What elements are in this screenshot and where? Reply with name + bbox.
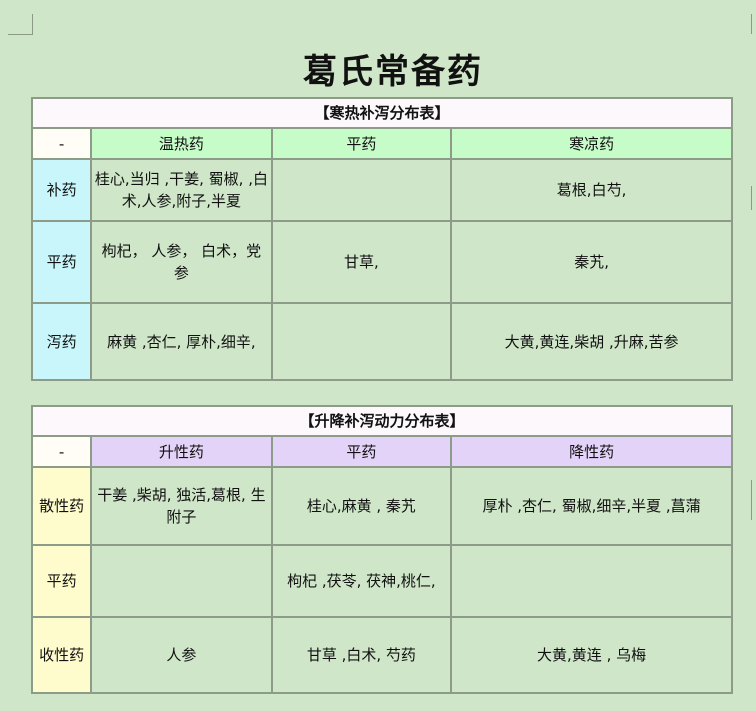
table-caption: 【寒热补泻分布表】 [31, 97, 733, 129]
document-title: 葛氏常备药 [303, 52, 483, 92]
cold-heat-table: 【寒热补泻分布表】 - 温热药 平药 寒凉药 补药 桂心,当归 ,干姜, 蜀椒,… [30, 97, 733, 381]
table-cell: 甘草, [270, 220, 453, 304]
table-cell [270, 302, 453, 381]
table-cell: 枸杞 ,茯苓, 茯神,桃仁, [270, 544, 453, 618]
table-row: 散性药 干姜 ,柴胡, 独活,葛根, 生附子 桂心,麻黄 , 秦艽 厚朴 ,杏仁… [30, 466, 733, 546]
table-cell: 麻黄 ,杏仁, 厚朴,细辛, [90, 302, 273, 381]
column-header: 平药 [270, 435, 453, 468]
table-cell: 大黄,黄连 , 乌梅 [450, 616, 733, 694]
table-cell: 桂心,麻黄 , 秦艽 [270, 466, 453, 546]
table-cell [90, 544, 273, 618]
table-row: 收性药 人参 甘草 ,白术, 芍药 大黄,黄连 , 乌梅 [30, 616, 733, 694]
row-header: 平药 [30, 544, 93, 618]
page-edge-mark [751, 14, 756, 34]
row-header: 收性药 [30, 616, 93, 694]
ascending-descending-table: 【升降补泻动力分布表】 - 升性药 平药 降性药 散性药 干姜 ,柴胡, 独活,… [30, 405, 733, 694]
table-cell: 人参 [90, 616, 273, 694]
row-header: 平药 [30, 220, 93, 304]
page-edge-tick [751, 480, 756, 520]
row-header: 散性药 [30, 466, 93, 546]
table-cell: 葛根,白芍, [450, 158, 733, 222]
row-header: 泻药 [30, 302, 93, 381]
table-cell: 甘草 ,白术, 芍药 [270, 616, 453, 694]
table-row: 补药 桂心,当归 ,干姜, 蜀椒, ,白术,人参,附子,半夏 葛根,白芍, [30, 158, 733, 222]
table-caption: 【升降补泻动力分布表】 [31, 405, 733, 437]
table-row: 泻药 麻黄 ,杏仁, 厚朴,细辛, 大黄,黄连,柴胡 ,升麻,苦参 [30, 302, 733, 381]
table-row: 平药 枸杞， 人参， 白术，党参 甘草, 秦艽, [30, 220, 733, 304]
column-header: 平药 [270, 127, 453, 160]
column-header: 升性药 [90, 435, 273, 468]
page-edge-tick [751, 186, 756, 210]
table-cell [270, 158, 453, 222]
table-cell [450, 544, 733, 618]
table-cell: 厚朴 ,杏仁, 蜀椒,细辛,半夏 ,菖蒲 [450, 466, 733, 546]
page-corner-mark [8, 14, 33, 35]
column-header: 温热药 [90, 127, 273, 160]
table-cell: 干姜 ,柴胡, 独活,葛根, 生附子 [90, 466, 273, 546]
column-header: 降性药 [450, 435, 733, 468]
corner-cell: - [30, 127, 93, 160]
table-cell: 秦艽, [450, 220, 733, 304]
row-header: 补药 [30, 158, 93, 222]
column-header: 寒凉药 [450, 127, 733, 160]
table-row: 平药 枸杞 ,茯苓, 茯神,桃仁, [30, 544, 733, 618]
table-cell: 桂心,当归 ,干姜, 蜀椒, ,白术,人参,附子,半夏 [90, 158, 273, 222]
corner-cell: - [30, 435, 93, 468]
table-cell: 枸杞， 人参， 白术，党参 [90, 220, 273, 304]
table-cell: 大黄,黄连,柴胡 ,升麻,苦参 [450, 302, 733, 381]
